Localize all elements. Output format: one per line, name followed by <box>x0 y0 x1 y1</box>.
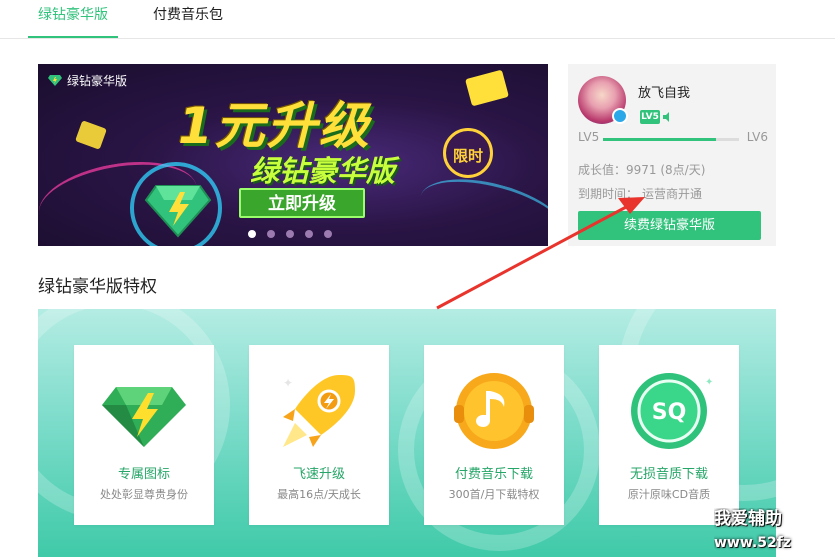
feature-icon-wrap <box>424 365 564 457</box>
sq-lossless-icon: SQ ✦ <box>631 373 713 449</box>
watermark-line-2: www.52fz <box>714 535 791 551</box>
green-diamond-icon <box>102 387 186 447</box>
carousel-dot[interactable] <box>248 230 256 238</box>
green-diamond-icon <box>144 185 212 238</box>
level-current: LV5 <box>578 130 600 144</box>
verified-badge-icon <box>612 108 628 124</box>
svg-text:SQ: SQ <box>652 400 687 425</box>
privileges-area: 专属图标 处处彰显尊贵身份 ✦ 飞速升级 最高16点/天成长 付费音乐下载 30… <box>38 309 776 557</box>
expire-value: 运营商开通 <box>642 187 703 201</box>
expire-label: 到期时间： <box>578 187 639 201</box>
svg-text:✦: ✦ <box>283 376 293 390</box>
feature-subtitle: 最高16点/天成长 <box>277 488 361 501</box>
banner-subline: 绿钻豪华版 <box>250 154 396 188</box>
expire-info: 到期时间： 运营商开通 <box>578 185 702 202</box>
tab-paid-music-pack[interactable]: 付费音乐包 <box>146 0 230 38</box>
feature-title: 付费音乐下载 <box>454 467 533 482</box>
carousel-dots <box>248 230 332 238</box>
carousel-dot[interactable] <box>267 230 275 238</box>
feature-card-paid-music-download[interactable]: 付费音乐下载 300首/月下载特权 <box>424 345 564 525</box>
growth-value: 成长值：9971 (8点/天) <box>578 163 706 177</box>
decorative-card <box>75 120 107 150</box>
user-info-panel: 放飞自我 LV5 LV5 LV6 成长值：9971 (8点/天) 到期时间： 运营… <box>568 64 776 246</box>
carousel-dot[interactable] <box>286 230 294 238</box>
music-note-icon <box>454 373 534 449</box>
feature-card-lossless-download[interactable]: SQ ✦ 无损音质下载 原汁原味CD音质 <box>599 345 739 525</box>
carousel-dot[interactable] <box>305 230 313 238</box>
top-tabs: 绿钻豪华版 付费音乐包 <box>0 0 835 39</box>
watermark: 我爱辅助 www.52fz <box>714 508 835 552</box>
feature-icon-wrap: SQ ✦ <box>599 365 739 457</box>
level-progress-row: LV5 LV6 <box>578 130 768 146</box>
section-title: 绿钻豪华版特权 <box>38 277 157 297</box>
rocket-icon: ✦ <box>283 375 355 447</box>
feature-card-exclusive-icon[interactable]: 专属图标 处处彰显尊贵身份 <box>74 345 214 525</box>
feature-subtitle: 处处彰显尊贵身份 <box>100 488 188 501</box>
tab-green-diamond-deluxe[interactable]: 绿钻豪华版 <box>28 0 118 38</box>
feature-subtitle: 300首/月下载特权 <box>448 488 540 501</box>
level-progress-bar <box>603 138 739 141</box>
feature-icon-wrap: ✦ <box>249 365 389 457</box>
green-diamond-icon <box>48 75 62 86</box>
level-next: LV6 <box>746 130 768 144</box>
carousel-dot[interactable] <box>324 230 332 238</box>
feature-icon-wrap <box>74 365 214 457</box>
banner-brand-label: 绿钻豪华版 <box>67 74 128 88</box>
feature-title: 飞速升级 <box>292 467 345 482</box>
upgrade-now-button[interactable]: 立即升级 <box>239 188 365 218</box>
limited-time-badge: 限时 <box>443 128 493 178</box>
promo-banner[interactable]: 绿钻豪华版 1元升级 绿钻豪华版 限时 立即升级 <box>38 64 548 246</box>
watermark-line-1: 我爱辅助 <box>714 509 782 529</box>
feature-title: 专属图标 <box>117 467 170 482</box>
svg-text:✦: ✦ <box>705 377 713 388</box>
username: 放飞自我 <box>638 86 691 101</box>
renew-button[interactable]: 续费绿钻豪华版 <box>578 211 761 240</box>
speaker-icon <box>663 112 669 122</box>
feature-card-fast-upgrade[interactable]: ✦ 飞速升级 最高16点/天成长 <box>249 345 389 525</box>
feature-title: 无损音质下载 <box>629 467 708 482</box>
decorative-card <box>465 69 509 107</box>
level-progress-fill <box>603 138 716 141</box>
banner-brand-tag: 绿钻豪华版 <box>48 72 127 89</box>
feature-subtitle: 原汁原味CD音质 <box>627 488 711 501</box>
decorative-swirl <box>412 165 548 246</box>
level-badge: LV5 <box>640 110 660 124</box>
